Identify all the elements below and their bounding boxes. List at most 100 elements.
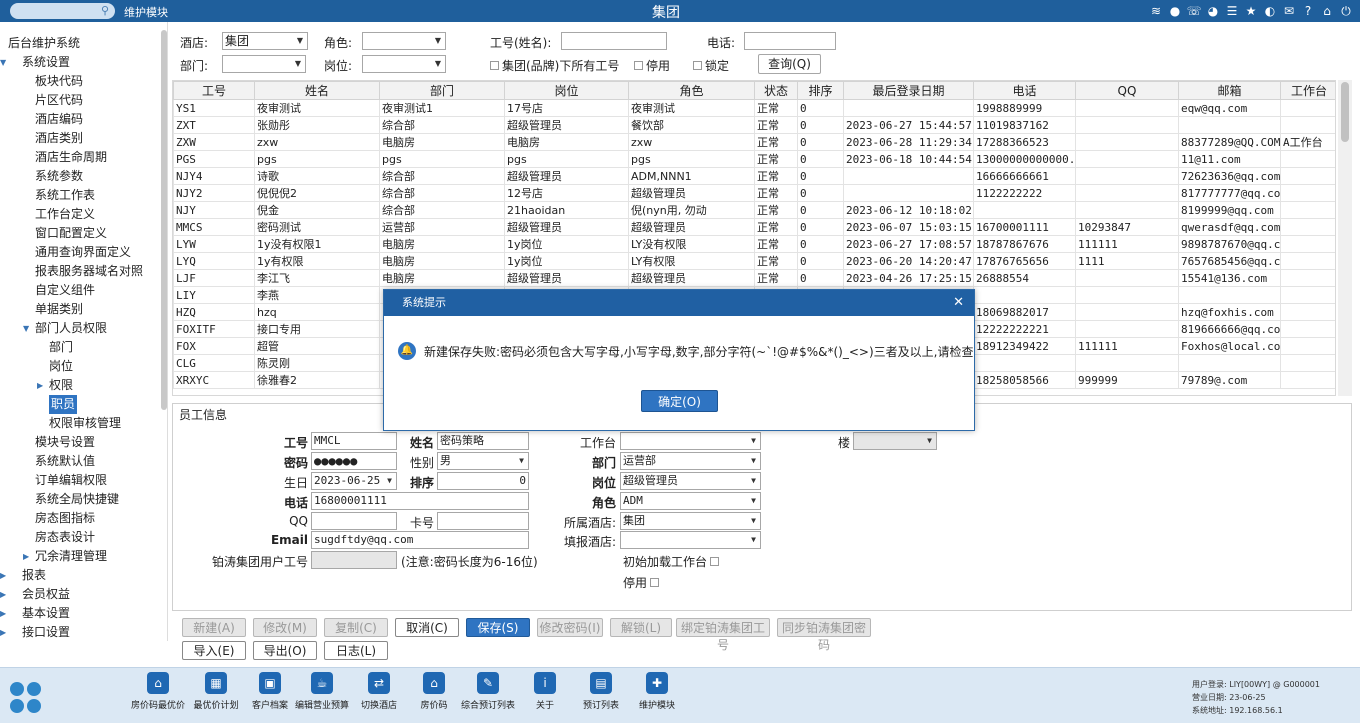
sidebar-item[interactable]: 酒店类别 — [0, 129, 160, 148]
sidebar-item[interactable]: 岗位 — [0, 357, 160, 376]
column-header[interactable]: 最后登录日期 — [843, 81, 974, 100]
sidebar-item[interactable]: 酒店生命周期 — [0, 148, 160, 167]
id-field[interactable]: MMCL — [311, 432, 397, 450]
switch-icon[interactable]: ⇄ — [368, 672, 390, 694]
filter-phone-input[interactable] — [744, 32, 836, 50]
filter-hotel-select[interactable]: 集团 ▼ — [222, 32, 308, 50]
new-button[interactable]: 新建(A) — [182, 618, 246, 637]
column-header[interactable]: 工号 — [173, 81, 255, 100]
copy-button[interactable]: 复制(C) — [324, 618, 388, 637]
change-password-button[interactable]: 修改密码(I) — [537, 618, 603, 637]
table-row[interactable]: MMCS 密码测试 运营部 超级管理员 超级管理员 正常 0 2023-06-07 15:03… — [173, 218, 1335, 236]
module-tab[interactable]: 维护模块 — [124, 4, 168, 20]
checkbox-box[interactable] — [490, 61, 499, 70]
column-header[interactable]: 邮箱 — [1178, 81, 1281, 100]
chevron-down-icon[interactable]: ▼ — [23, 319, 29, 338]
checkbox-box[interactable] — [710, 557, 720, 566]
column-header[interactable]: 部门 — [379, 81, 505, 100]
email-field[interactable]: sugdftdy@qq.com — [311, 531, 529, 549]
chevron-down-icon[interactable]: ▼ — [0, 53, 6, 72]
save-button[interactable]: 保存(S) — [466, 618, 530, 637]
column-header[interactable]: 排序 — [797, 81, 844, 100]
report-hotel-select[interactable]: ▼ — [620, 531, 761, 549]
sidebar-item[interactable]: 片区代码 — [0, 91, 160, 110]
sort-field[interactable]: 0 — [437, 472, 529, 490]
table-row[interactable]: NJY 倪金 综合部 21haoidan 倪(nyn用, 勿动 正常 0 2023-06-12… — [173, 201, 1335, 219]
sidebar-item[interactable]: 房态图指标 — [0, 509, 160, 528]
dock-item[interactable]: ▤ 预订列表 — [571, 672, 631, 711]
table-row[interactable]: LYW 1y没有权限1 电脑房 1y岗位 LY没有权限 正常 0 2023-06-27 17:… — [173, 235, 1335, 253]
sidebar-scrollbar[interactable] — [161, 30, 167, 410]
sidebar-item[interactable]: 系统默认值 — [0, 452, 160, 471]
sidebar-item[interactable]: 权限审核管理 — [0, 414, 160, 433]
dock-item[interactable]: ▦ 最优价计划 — [186, 672, 246, 711]
post-select[interactable]: 超级管理员 ▼ — [620, 472, 761, 490]
sidebar-item[interactable]: 板块代码 — [0, 72, 160, 91]
edit-button[interactable]: 修改(M) — [253, 618, 317, 637]
dock-item[interactable]: i 关于 — [515, 672, 575, 711]
list-icon[interactable]: ☰ — [1224, 3, 1240, 19]
close-icon[interactable]: ✕ — [953, 290, 964, 316]
gender-select[interactable]: 男 ▼ — [437, 452, 529, 470]
sidebar-item[interactable]: ▼ 系统设置 — [0, 53, 160, 72]
scroll-thumb[interactable] — [1341, 82, 1349, 142]
list-doc-icon[interactable]: ▤ — [590, 672, 612, 694]
info-icon[interactable]: i — [534, 672, 556, 694]
table-row[interactable]: NJY2 倪倪倪2 综合部 12号店 超级管理员 正常 0 1122222222 8177777… — [173, 184, 1335, 202]
table-row[interactable]: PGS pgs pgs pgs pgs 正常 0 2023-06-18 10:44:54 130… — [173, 150, 1335, 168]
sidebar-item[interactable]: 后台维护系统 — [0, 34, 160, 53]
table-row[interactable]: LJF 李江飞 电脑房 超级管理员 超级管理员 正常 0 2023-04-26 17:25:1… — [173, 269, 1335, 287]
column-header[interactable]: 状态 — [754, 81, 798, 100]
password-field[interactable]: ●●●●●● — [311, 452, 397, 470]
sidebar-item[interactable]: 单据类别 — [0, 300, 160, 319]
sidebar-item[interactable]: ▶ 报表 — [0, 566, 160, 585]
column-header[interactable]: QQ — [1075, 81, 1179, 100]
log-button[interactable]: 日志(L) — [324, 641, 388, 660]
chevron-right-icon[interactable]: ▶ — [37, 376, 43, 395]
checkbox-box[interactable] — [693, 61, 702, 70]
cancel-button[interactable]: 取消(C) — [395, 618, 459, 637]
qq-field[interactable] — [311, 512, 397, 530]
column-header[interactable]: 姓名 — [254, 81, 380, 100]
booking-list-icon[interactable]: ✎ — [477, 672, 499, 694]
group-all-checkbox[interactable]: 集团(品牌)下所有工号 — [490, 57, 619, 74]
sidebar-item[interactable]: ▶ 权限 — [0, 376, 160, 395]
sidebar-item[interactable]: 工作台定义 — [0, 205, 160, 224]
sidebar-item[interactable]: 房态表设计 — [0, 528, 160, 547]
init-workbench-checkbox[interactable]: 初始加载工作台 — [623, 553, 720, 570]
hotel-select[interactable]: 集团 ▼ — [620, 512, 761, 530]
sidebar-item[interactable]: 订单编辑权限 — [0, 471, 160, 490]
wifi-icon[interactable]: ≋ — [1148, 3, 1164, 19]
table-row[interactable]: ZXW zxw 电脑房 电脑房 zxw 正常 0 2023-06-28 11:29:34 172… — [173, 133, 1335, 151]
mail-icon[interactable]: ✉ — [1281, 3, 1297, 19]
dock-item[interactable]: ⇄ 切换酒店 — [349, 672, 409, 711]
name-field[interactable]: 密码策略 — [437, 432, 529, 450]
dock-item[interactable]: ✎ 综合预订列表 — [458, 672, 518, 711]
chat-icon[interactable]: ● — [1167, 3, 1183, 19]
filter-post-select[interactable]: ▼ — [362, 55, 446, 73]
table-row[interactable]: ZXT 张勋彤 综合部 超级管理员 餐饮部 正常 0 2023-06-27 15:44:57 1… — [173, 116, 1335, 134]
dock-item[interactable]: ☕ 编辑营业预算 — [292, 672, 352, 711]
table-row[interactable]: NJY4 诗歌 综合部 超级管理员 ADM,NNN1 正常 0 16666666661 7262… — [173, 167, 1335, 185]
dock-item[interactable]: ⌂ 房价码 — [404, 672, 464, 711]
wrench-icon[interactable]: ✚ — [646, 672, 668, 694]
sidebar-item[interactable]: 模块号设置 — [0, 433, 160, 452]
dock-item[interactable]: ▣ 客户档案 — [240, 672, 300, 711]
column-header[interactable]: 岗位 — [504, 81, 629, 100]
home-icon[interactable]: ⌂ — [423, 672, 445, 694]
chevron-right-icon[interactable]: ▶ — [0, 566, 6, 585]
calendar-icon[interactable]: ▦ — [205, 672, 227, 694]
group-user-field[interactable] — [311, 551, 397, 569]
dept-select[interactable]: 运营部 ▼ — [620, 452, 761, 470]
locked-checkbox[interactable]: 锁定 — [693, 57, 729, 74]
filter-role-select[interactable]: ▼ — [362, 32, 446, 50]
palette-icon[interactable]: ◕ — [1205, 3, 1221, 19]
chevron-right-icon[interactable]: ▶ — [0, 604, 6, 623]
phone-icon[interactable]: ☏ — [1186, 3, 1202, 19]
theme-icon[interactable]: ◐ — [1262, 3, 1278, 19]
form-disabled-checkbox[interactable]: 停用 — [623, 574, 660, 591]
power-icon[interactable]: ⏻ — [1338, 3, 1354, 19]
sidebar-item[interactable]: 系统工作表 — [0, 186, 160, 205]
checkbox-box[interactable] — [634, 61, 643, 70]
disabled-checkbox[interactable]: 停用 — [634, 57, 670, 74]
